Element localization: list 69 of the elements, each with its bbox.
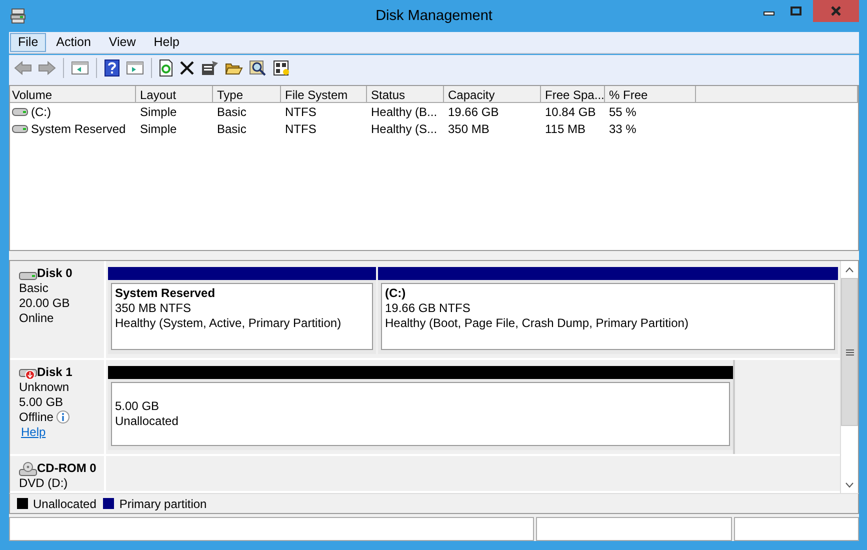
disk-name: Disk 1 — [37, 364, 72, 380]
disk-detail: Basic — [19, 281, 48, 296]
table-cell-text: Healthy (B... — [370, 104, 438, 118]
scrollbar-thumb[interactable] — [841, 278, 858, 426]
drive-icon — [12, 108, 28, 116]
legend-label: Unallocated — [33, 496, 96, 510]
table-cell-text: NTFS — [284, 122, 318, 136]
table-cell-text: 350 MB — [447, 122, 490, 136]
table-cell-text: Basic — [216, 104, 248, 118]
partition-status: Healthy (Boot, Page File, Crash Dump, Primary Partition) — [385, 316, 690, 331]
column-header[interactable]: Layout — [136, 86, 213, 103]
disk-detail: DVD (D:) — [19, 476, 68, 491]
disk-name: CD-ROM 0 — [37, 461, 96, 476]
legend-label: Primary partition — [119, 496, 207, 510]
help-link[interactable]: Help — [21, 424, 46, 438]
column-header[interactable]: Status — [367, 86, 444, 103]
partition-size: 19.66 GB NTFS — [385, 301, 472, 316]
table-cell-text: 115 MB — [544, 122, 586, 136]
refresh-icon[interactable] — [157, 56, 175, 78]
drive-icon — [12, 124, 28, 132]
menu-item[interactable]: View — [100, 33, 144, 52]
table-cell-text: 33 % — [608, 122, 638, 136]
partition-name: System Reserved — [115, 286, 216, 301]
table-cell: (C:) — [31, 104, 51, 118]
table-cell-text: 10.84 GB — [544, 104, 597, 118]
menu-item[interactable]: Help — [146, 33, 188, 52]
column-header[interactable]: File System — [281, 86, 367, 103]
disk-name: Disk 0 — [37, 266, 72, 281]
partition-status: Unallocated — [115, 414, 180, 429]
column-header[interactable]: Capacity — [444, 86, 541, 103]
computer-management-icon — [10, 8, 26, 24]
disk-detail: Online — [19, 311, 54, 326]
disk-detail: Unknown — [19, 380, 70, 394]
column-header[interactable]: Type — [213, 86, 281, 103]
table-cell-text: 55 % — [608, 104, 638, 118]
table-cell-text: NTFS — [284, 104, 318, 118]
hard-drive-icon — [19, 271, 37, 281]
close-button[interactable] — [813, 0, 859, 22]
table-cell: System Reserved — [31, 122, 126, 136]
window-title: Disk Management — [376, 8, 492, 24]
partition-name: (C:) — [385, 286, 407, 301]
partition-size: 5.00 GB — [115, 398, 160, 414]
table-cell-text: 19.66 GB — [447, 104, 500, 118]
column-header[interactable]: % Free — [605, 86, 696, 103]
partition-block[interactable]: (C:) 19.66 GB NTFS Healthy (Boot, Page File, Crash Dump, Primary Partition) — [378, 267, 838, 354]
table-cell-text: Simple — [139, 122, 178, 136]
disk-detail: Offline — [19, 410, 54, 424]
menu-item[interactable]: File — [10, 33, 46, 52]
disk-info-panel[interactable]: Disk 0 Basic 20.00 GB Online — [10, 261, 106, 358]
partition-status: Healthy (System, Active, Primary Partition) — [115, 316, 342, 331]
menu-item[interactable]: Action — [48, 33, 99, 52]
table-cell-text: Healthy (S... — [370, 122, 438, 136]
table-cell-text: Basic — [216, 122, 248, 136]
column-header[interactable]: Volume — [10, 86, 136, 103]
table-cell-text: Simple — [139, 104, 178, 118]
disk-info-panel[interactable]: CD-ROM 0 DVD (D:) — [10, 456, 106, 491]
partition-block[interactable]: 5.00 GB Unallocated — [108, 366, 733, 450]
vertical-scrollbar[interactable] — [840, 261, 858, 493]
partition-block[interactable]: System Reserved 350 MB NTFS Healthy (System, Active, Primary Partition) — [108, 267, 376, 354]
disk-info-panel[interactable]: Disk 1 Unknown 5.00 GB Offline Help — [10, 360, 106, 454]
disk-detail: 20.00 GB — [19, 296, 70, 311]
column-header[interactable]: Free Spa... — [541, 86, 605, 103]
cd-drive-icon — [19, 462, 37, 476]
partition-size: 350 MB NTFS — [115, 301, 192, 316]
disk-detail: 5.00 GB — [19, 394, 64, 410]
close-icon — [830, 6, 842, 16]
maximize-icon — [790, 6, 802, 16]
info-icon[interactable] — [56, 410, 70, 424]
help-icon[interactable] — [102, 56, 122, 78]
